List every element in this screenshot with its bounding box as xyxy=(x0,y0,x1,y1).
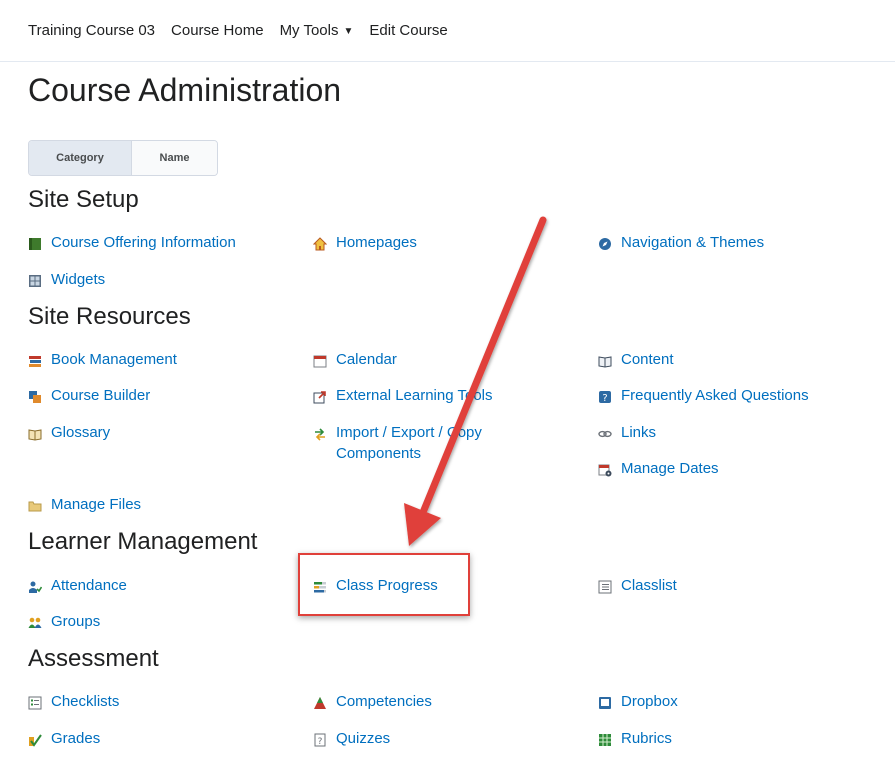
tool-course-offering-information[interactable]: Course Offering Information xyxy=(28,232,236,253)
tool-label: External Learning Tools xyxy=(336,387,493,404)
tool-rubrics[interactable]: Rubrics xyxy=(598,728,672,749)
tool-label: Competencies xyxy=(336,693,432,710)
nav-course-link[interactable]: Training Course 03 xyxy=(28,22,155,39)
tool-classlist[interactable]: Classlist xyxy=(598,575,677,596)
tool-dropbox[interactable]: Dropbox xyxy=(598,691,678,712)
nav-edit-course-link[interactable]: Edit Course xyxy=(369,22,447,39)
tool-label: Navigation & Themes xyxy=(621,234,765,251)
builder-icon xyxy=(28,389,42,403)
section-title-site-setup: Site Setup xyxy=(28,186,139,213)
section-title-assessment: Assessment xyxy=(28,645,159,672)
tool-label: Rubrics xyxy=(621,730,672,747)
category-view-button[interactable]: Category xyxy=(29,141,132,175)
faq-icon: ? xyxy=(598,389,612,404)
list-icon xyxy=(598,579,612,594)
tool-label: Content xyxy=(621,351,674,368)
progress-icon xyxy=(313,579,327,593)
dates-icon xyxy=(598,462,612,477)
tool-widgets[interactable]: Widgets xyxy=(28,269,105,290)
external-icon xyxy=(313,389,327,404)
tool-checklists[interactable]: Checklists xyxy=(28,691,119,712)
nav-course-home-link[interactable]: Course Home xyxy=(171,22,264,39)
checklist-icon xyxy=(28,695,42,710)
book-icon xyxy=(28,236,42,250)
nav-my-tools-label: My Tools xyxy=(279,22,339,39)
tool-quizzes[interactable]: ? Quizzes xyxy=(313,728,390,749)
tool-homepages[interactable]: Homepages xyxy=(312,232,417,253)
tool-label: Classlist xyxy=(621,577,677,594)
dropbox-icon xyxy=(598,695,612,709)
home-icon xyxy=(312,236,328,251)
groups-icon xyxy=(28,615,42,629)
tool-class-progress[interactable]: Class Progress xyxy=(313,575,438,596)
tool-grades[interactable]: Grades xyxy=(28,728,100,749)
compass-icon xyxy=(598,236,612,250)
import-export-icon xyxy=(313,426,327,441)
tool-label: Book Management xyxy=(51,351,177,368)
quiz-icon: ? xyxy=(313,732,327,747)
top-nav: Training Course 03 Course Home My Tools ▼… xyxy=(0,0,895,62)
page-title: Course Administration xyxy=(28,72,342,108)
tool-label: Attendance xyxy=(51,577,127,594)
link-icon xyxy=(598,426,612,440)
tool-label: Homepages xyxy=(336,234,417,251)
tool-attendance[interactable]: Attendance xyxy=(28,575,127,596)
books-icon xyxy=(28,353,42,367)
calendar-icon xyxy=(313,353,327,368)
tool-label: Course Builder xyxy=(51,387,151,404)
tool-label: Dropbox xyxy=(621,693,678,710)
tool-links[interactable]: Links xyxy=(598,422,656,443)
tool-label: Calendar xyxy=(336,351,397,368)
tool-label: Checklists xyxy=(51,693,120,710)
nav-my-tools-menu[interactable]: My Tools ▼ xyxy=(280,22,354,39)
tool-import-export-copy[interactable]: Import / Export / Copy Components xyxy=(313,422,546,464)
folder-icon xyxy=(28,498,42,512)
tool-navigation-themes[interactable]: Navigation & Themes xyxy=(598,232,764,253)
svg-text:?: ? xyxy=(318,737,323,747)
section-title-learner-management: Learner Management xyxy=(28,528,258,555)
chevron-down-icon: ▼ xyxy=(343,26,354,37)
grades-icon xyxy=(28,732,42,747)
tool-label: Import / Export / Copy Components xyxy=(336,424,482,462)
widgets-icon xyxy=(28,273,42,287)
tool-book-management[interactable]: Book Management xyxy=(28,349,177,370)
tool-manage-files[interactable]: Manage Files xyxy=(28,494,141,515)
tool-label: Manage Files xyxy=(51,496,142,513)
tool-label: Groups xyxy=(51,613,101,630)
tool-label: Manage Dates xyxy=(621,460,719,477)
tool-external-learning-tools[interactable]: External Learning Tools xyxy=(313,385,493,406)
open-book-icon xyxy=(598,353,612,368)
tool-label: Frequently Asked Questions xyxy=(621,387,809,404)
tool-groups[interactable]: Groups xyxy=(28,611,100,632)
section-title-site-resources: Site Resources xyxy=(28,303,191,330)
view-toggle: Category Name xyxy=(28,140,218,176)
tool-faq[interactable]: ? Frequently Asked Questions xyxy=(598,385,809,406)
tool-content[interactable]: Content xyxy=(598,349,674,370)
glossary-icon xyxy=(28,426,42,441)
tool-label: Class Progress xyxy=(336,577,438,594)
triangle-icon xyxy=(313,695,327,709)
tool-calendar[interactable]: Calendar xyxy=(313,349,397,370)
tool-label: Grades xyxy=(51,730,101,747)
name-view-button[interactable]: Name xyxy=(132,141,217,175)
tool-label: Widgets xyxy=(51,271,106,288)
tool-label: Links xyxy=(621,424,657,441)
tool-competencies[interactable]: Competencies xyxy=(313,691,432,712)
tool-label: Course Offering Information xyxy=(51,234,236,251)
tool-label: Glossary xyxy=(51,424,111,441)
rubrics-icon xyxy=(598,732,612,746)
tool-label: Quizzes xyxy=(336,730,391,747)
tool-manage-dates[interactable]: Manage Dates xyxy=(598,458,719,479)
attendance-icon xyxy=(28,579,43,593)
svg-text:?: ? xyxy=(602,393,607,404)
tool-glossary[interactable]: Glossary xyxy=(28,422,110,443)
tool-course-builder[interactable]: Course Builder xyxy=(28,385,150,406)
